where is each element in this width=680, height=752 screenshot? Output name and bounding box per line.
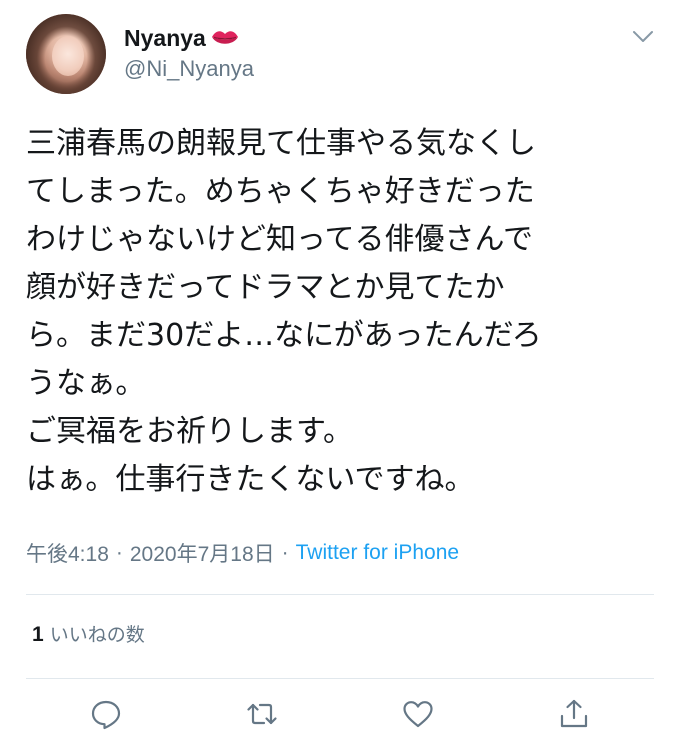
name-row: Nyanya <box>124 22 240 54</box>
tweet-source-link[interactable]: Twitter for iPhone <box>296 541 459 565</box>
meta-separator: · <box>115 541 123 564</box>
tweet-line: 三浦春馬の朗報見て仕事やる気なくし <box>26 126 536 161</box>
retweet-button[interactable] <box>242 696 282 736</box>
heart-icon <box>401 697 435 735</box>
reply-button[interactable] <box>86 696 126 736</box>
likes-label: いいねの数 <box>49 624 145 646</box>
tweet-line: てしまった。めちゃくちゃ好きだった <box>26 174 535 209</box>
divider <box>26 678 654 679</box>
share-icon <box>557 697 591 735</box>
tweet-date[interactable]: 2020年7月18日 <box>130 538 275 568</box>
tweet-text: 三浦春馬の朗報見て仕事やる気なくし てしまった。めちゃくちゃ好きだった わけじゃ… <box>26 120 654 504</box>
chevron-down-icon[interactable] <box>630 26 656 46</box>
likes-count: 1 <box>32 623 44 646</box>
tweet-card: Nyanya @Ni_Nyanya 三浦春馬の朗報見て仕事やる気なくし てしまっ… <box>0 0 680 752</box>
tweet-header: Nyanya @Ni_Nyanya <box>26 14 656 98</box>
tweet-line: わけじゃないけど知ってる俳優さんで <box>26 222 533 257</box>
tweet-line: ら。まだ30だよ…なにがあったんだろ <box>26 318 542 353</box>
reply-icon <box>89 697 123 735</box>
tweet-line: ご冥福をお祈りします。 <box>26 414 353 449</box>
divider <box>26 594 654 595</box>
likes-stat[interactable]: 1 いいねの数 <box>32 620 145 647</box>
share-button[interactable] <box>554 696 594 736</box>
user-handle[interactable]: @Ni_Nyanya <box>124 56 254 82</box>
tweet-time[interactable]: 午後4:18 <box>26 538 109 568</box>
tweet-line: うなぁ。 <box>26 366 146 401</box>
display-name[interactable]: Nyanya <box>124 25 206 52</box>
retweet-icon <box>245 697 279 735</box>
tweet-meta: 午後4:18 · 2020年7月18日 · Twitter for iPhone <box>26 538 459 568</box>
action-bar <box>26 696 654 740</box>
tweet-line: 顔が好きだってドラマとか見てたか <box>26 270 505 305</box>
meta-separator: · <box>281 541 289 564</box>
tweet-line: はぁ。仕事行きたくないですね。 <box>26 462 475 497</box>
avatar[interactable] <box>26 14 106 94</box>
lips-icon <box>210 27 240 49</box>
like-button[interactable] <box>398 696 438 736</box>
